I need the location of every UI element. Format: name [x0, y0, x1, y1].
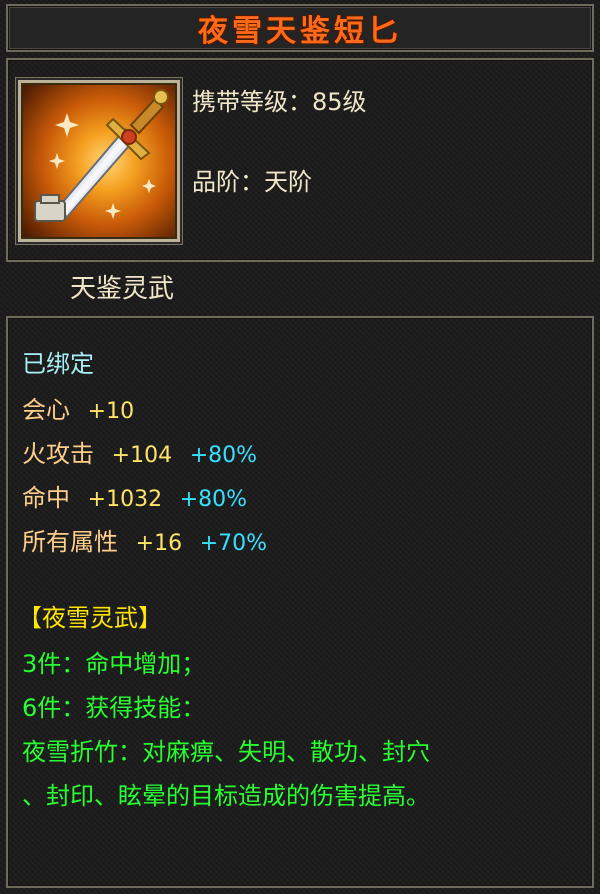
set-skill-line-2: 、封印、眩晕的目标造成的伤害提高。: [22, 782, 430, 810]
item-header: 携带等级：85级 品阶：天阶: [6, 58, 594, 262]
stat-row: 命中 +1032 +80%: [22, 478, 257, 513]
stat-value: +16: [135, 531, 183, 556]
stat-row: 会心 +10: [22, 390, 144, 425]
stat-percent: +80%: [189, 443, 258, 468]
item-tooltip: 夜雪天鉴短匕 携带等级：85级 品阶：天阶 天鉴灵武 已绑定 会心 +10 火攻…: [0, 0, 600, 894]
set-title: 【夜雪灵武】: [18, 604, 162, 632]
set-skill-line-1: 夜雪折竹：对麻痹、失明、散功、封穴: [22, 738, 430, 766]
item-name: 夜雪天鉴短匕: [198, 14, 402, 49]
dagger-icon: [18, 80, 180, 242]
stat-name: 火攻击: [22, 440, 94, 468]
stat-name: 命中: [22, 484, 70, 512]
stat-percent: +70%: [199, 531, 268, 556]
item-category: 天鉴灵武: [70, 274, 175, 304]
set-bonus-3: 3件：命中增加；: [22, 650, 206, 678]
bound-status: 已绑定: [22, 350, 94, 378]
item-grade: 品阶：天阶: [192, 168, 312, 196]
stat-name: 会心: [22, 396, 70, 424]
stat-percent: +80%: [179, 487, 248, 512]
stat-row: 所有属性 +16 +70%: [22, 522, 277, 557]
title-bar: 夜雪天鉴短匕: [6, 4, 594, 52]
carry-level: 携带等级：85级: [192, 88, 367, 116]
attribute-panel: 已绑定 会心 +10 火攻击 +104 +80% 命中 +1032 +80% 所…: [6, 316, 594, 888]
stat-row: 火攻击 +104 +80%: [22, 434, 267, 469]
stat-value: +1032: [87, 487, 163, 512]
stat-value: +104: [111, 443, 173, 468]
set-bonus-6: 6件：获得技能：: [22, 694, 206, 722]
stat-name: 所有属性: [22, 528, 118, 556]
stat-value: +10: [87, 399, 135, 424]
